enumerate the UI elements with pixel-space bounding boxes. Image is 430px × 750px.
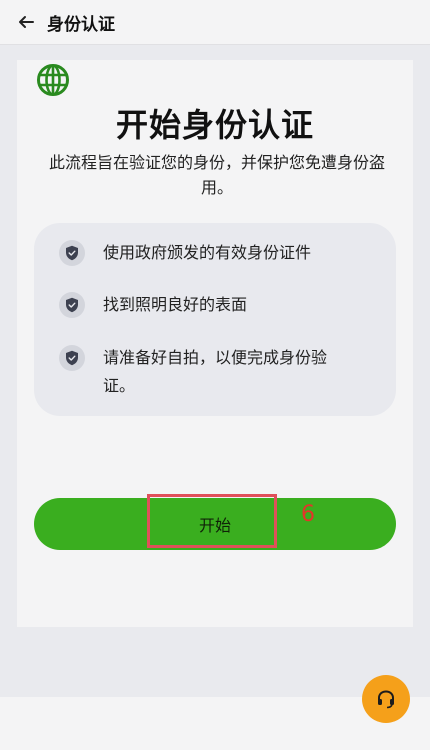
requirement-item: 找到照明良好的表面 xyxy=(59,292,379,319)
annotation-number: 6 xyxy=(301,502,315,527)
requirement-text: 找到照明良好的表面 xyxy=(103,295,248,314)
page-title: 身份认证 xyxy=(47,14,115,35)
shield-check-icon xyxy=(59,240,85,266)
shield-check-icon xyxy=(59,292,85,318)
app-header: 身份认证 xyxy=(0,0,430,45)
verification-card: 开始身份认证 此流程旨在验证您的身份，并保护您免遭身份盗用。 使用政府颁发的有效… xyxy=(17,60,413,627)
arrow-left-icon xyxy=(19,16,34,28)
requirement-item: 请准备好自拍，以便完成身份验证。 xyxy=(59,345,349,400)
requirements-list: 使用政府颁发的有效身份证件 找到照明良好的表面 请准备好自拍，以便完成身份验证。 xyxy=(34,223,396,416)
shield-check-icon xyxy=(59,345,85,371)
globe-icon xyxy=(37,64,69,96)
requirement-text: 请准备好自拍，以便完成身份验证。 xyxy=(103,348,328,395)
support-button[interactable] xyxy=(362,675,410,723)
requirement-text: 使用政府颁发的有效身份证件 xyxy=(103,243,312,262)
requirement-item: 使用政府颁发的有效身份证件 xyxy=(59,240,379,267)
back-button[interactable] xyxy=(11,7,41,37)
card-subtitle: 此流程旨在验证您的身份，并保护您免遭身份盗用。 xyxy=(48,153,385,197)
card-title: 开始身份认证 xyxy=(115,106,314,144)
annotation-highlight-box xyxy=(147,494,277,548)
headset-icon xyxy=(378,690,394,709)
